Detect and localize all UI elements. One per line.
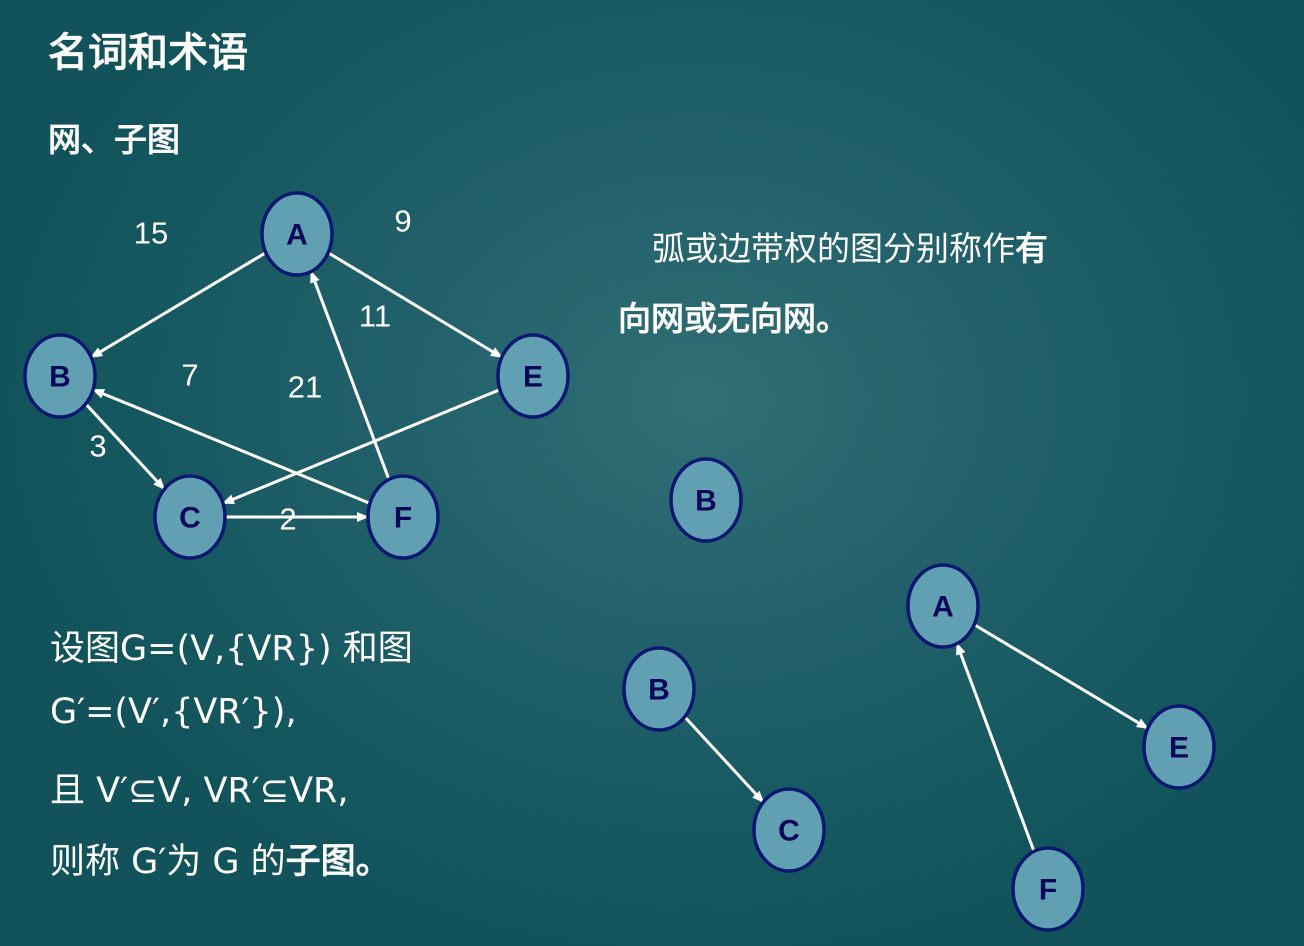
edge-weight-C-F: 2: [279, 502, 296, 537]
subgraph2-edge-A-E: [973, 623, 1149, 730]
subgraph3-node-C: C: [752, 787, 826, 873]
node-label: A: [286, 219, 308, 252]
subgraph2-edge-F-A: [955, 642, 1036, 852]
node-label: F: [394, 502, 412, 535]
network-node-E: E: [496, 333, 570, 419]
node-label: A: [932, 591, 954, 624]
node-label: B: [648, 674, 670, 707]
node-label: C: [778, 815, 800, 848]
edge-weight-B-C: 3: [89, 429, 106, 464]
network-node-B: B: [23, 333, 97, 419]
network-node-C: C: [153, 474, 227, 560]
node-label: B: [49, 361, 71, 394]
node-label: E: [523, 361, 543, 394]
network-node-F: F: [366, 474, 440, 560]
subgraph3-node-B: B: [622, 646, 696, 732]
edge-weight-A-B: 15: [134, 216, 168, 251]
node-label: B: [695, 485, 717, 518]
subgraph2-node-E: E: [1142, 704, 1216, 790]
subgraph2-node-F: F: [1011, 846, 1085, 932]
edge-weight-F-A: 11: [359, 299, 391, 334]
subgraph1-node-B: B: [669, 457, 743, 543]
edge-weight-F-B: 7: [181, 358, 198, 393]
network-edge-A-E: [327, 251, 503, 359]
edge-weight-E-C: 21: [288, 370, 322, 405]
edge-weight-A-E: 9: [394, 204, 411, 239]
network-edge-F-B: [92, 388, 371, 505]
node-label: C: [179, 502, 201, 535]
graph-diagrams: 15 9 11 7 21 3 2 A B C E F B A E F B C: [23, 191, 1216, 932]
node-label: F: [1039, 874, 1057, 907]
subgraph3-edge-B-C: [683, 715, 765, 804]
network-node-A: A: [260, 191, 334, 277]
node-label: E: [1169, 732, 1189, 765]
subgraph2-node-A: A: [906, 563, 980, 649]
network-edge-A-B: [90, 251, 267, 359]
